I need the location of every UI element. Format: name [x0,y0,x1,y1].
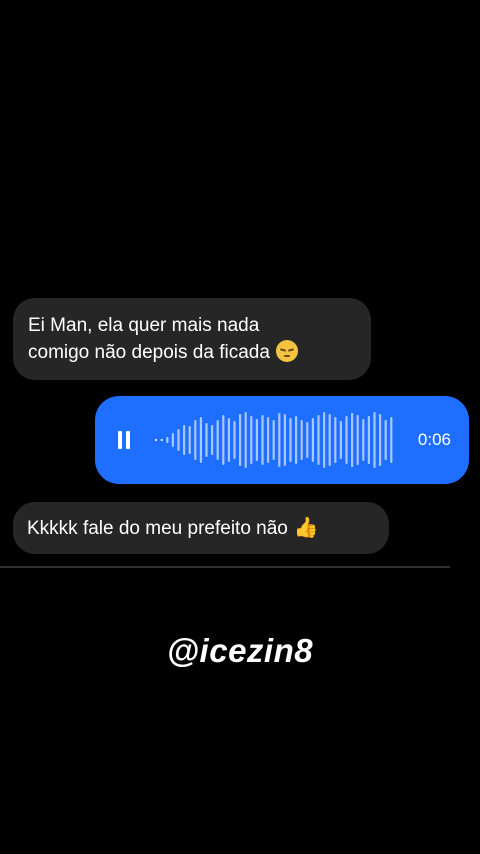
waveform-bar [239,414,242,466]
incoming-message-bubble[interactable]: Ei Man, ela quer mais nada comigo não de… [13,298,371,380]
waveform-bar [328,414,331,466]
waveform-bar [222,415,225,465]
waveform-bar [177,429,180,451]
waveform-bar [250,416,253,464]
message-text-line2: comigo não depois da ficada [28,339,355,366]
waveform-bar [194,420,197,460]
waveform-bar [267,417,270,463]
waveform-bar [205,423,208,457]
waveform-bar [244,412,247,468]
waveform-bar [272,420,275,460]
pause-icon-bar-left [118,431,122,449]
waveform-bar [171,433,174,447]
waveform-bar [334,417,337,463]
waveform-bar [339,421,342,459]
waveform-bar [166,437,169,443]
waveform[interactable] [155,396,405,484]
waveform-bar [367,416,370,464]
waveform-bar [183,425,186,455]
waveform-bar [155,439,158,441]
waveform-bar [227,418,230,462]
pensive-face-icon [275,340,298,362]
waveform-bar [160,439,163,441]
watermark-username: @icezin8 [166,632,314,669]
waveform-bar [356,415,359,465]
waveform-bar [261,415,264,465]
thumbs-up-icon: 👍 [293,515,319,539]
waveform-bar [278,413,281,467]
waveform-bar [255,419,258,461]
waveform-bar [379,414,382,466]
message-text-line1: Ei Man, ela quer mais nada [28,315,260,336]
waveform-bar [345,416,348,464]
waveform-bar [300,420,303,460]
waveform-bar [188,426,191,454]
waveform-bar [199,417,202,463]
waveform-bar [362,419,365,461]
divider [0,566,450,568]
waveform-bar [311,418,314,462]
message-text: Kkkkk fale do meu prefeito não [27,518,288,539]
pause-icon-bar-right [126,431,130,449]
waveform-bar [289,418,292,462]
voice-message-bubble[interactable]: 0:06 [95,396,469,484]
waveform-bar [373,412,376,468]
waveform-bar [283,414,286,466]
message-text-line2-text: comigo não depois da ficada [28,342,270,363]
waveform-bar [351,413,354,467]
waveform-bar [295,416,298,464]
waveform-bar [233,421,236,459]
incoming-message-bubble-2[interactable]: Kkkkk fale do meu prefeito não 👍 [13,502,389,554]
waveform-bar [211,425,214,455]
voice-duration: 0:06 [417,430,451,449]
waveform-bar [306,422,309,458]
waveform-bar [390,417,393,463]
waveform-bar [323,412,326,468]
waveform-bar [216,420,219,460]
waveform-bar [384,420,387,460]
waveform-bar [317,415,320,465]
pause-button[interactable] [117,431,131,449]
chat-screen: Ei Man, ela quer mais nada comigo não de… [0,0,480,854]
